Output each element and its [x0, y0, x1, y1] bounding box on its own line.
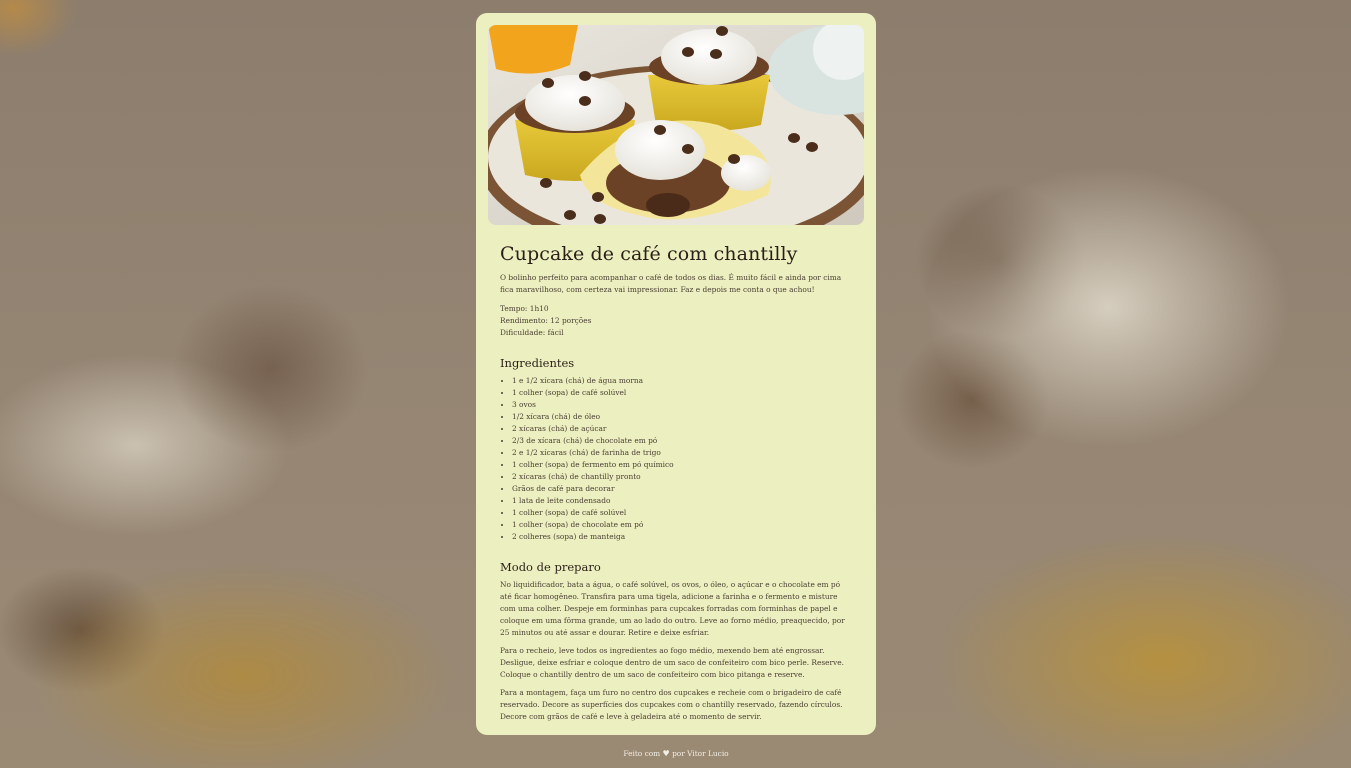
ingredients-heading: Ingredientes [500, 356, 575, 370]
ingredient-item: 1 colher (sopa) de café solúvel [512, 387, 852, 399]
footer-author: por Vitor Lucio [672, 749, 729, 758]
ingredient-item: 1 colher (sopa) de fermento em pó químic… [512, 459, 852, 471]
recipe-card: Cupcake de café com chantilly O bolinho … [476, 13, 876, 735]
steps-section: No liquidificador, bata a água, o café s… [500, 579, 852, 723]
ingredients-list: 1 e 1/2 xícara (chá) de água morna 1 col… [500, 375, 852, 543]
recipe-content: Cupcake de café com chantilly O bolinho … [488, 243, 864, 723]
ingredient-item: 1/2 xícara (chá) de óleo [512, 411, 852, 423]
recipe-difficulty: Dificuldade: fácil [500, 328, 564, 337]
ingredient-item: 1 e 1/2 xícara (chá) de água morna [512, 375, 852, 387]
heart-icon: ♥ [662, 749, 670, 758]
recipe-time: Tempo: 1h10 [500, 304, 549, 313]
footer-made-with: Feito com [623, 749, 661, 758]
ingredient-item: 1 colher (sopa) de café solúvel [512, 507, 852, 519]
ingredient-item: 1 lata de leite condensado [512, 495, 852, 507]
recipe-title: Cupcake de café com chantilly [500, 243, 798, 265]
ingredient-item: 1 colher (sopa) de chocolate em pó [512, 519, 852, 531]
steps-heading: Modo de preparo [500, 560, 601, 574]
step-paragraph: Para o recheio, leve todos os ingredient… [500, 646, 844, 679]
recipe-yield: Rendimento: 12 porções [500, 316, 592, 325]
recipe-intro: O bolinho perfeito para acompanhar o caf… [500, 273, 842, 294]
recipe-meta: Tempo: 1h10 Rendimento: 12 porções Dific… [500, 303, 852, 339]
ingredient-item: Grãos de café para decorar [512, 483, 852, 495]
recipe-photo [488, 25, 864, 225]
step-paragraph: No liquidificador, bata a água, o café s… [500, 580, 845, 637]
ingredient-item: 2 xícaras (chá) de açúcar [512, 423, 852, 435]
ingredient-item: 3 ovos [512, 399, 852, 411]
ingredient-item: 2 xícaras (chá) de chantilly pronto [512, 471, 852, 483]
ingredient-item: 2 e 1/2 xícaras (chá) de farinha de trig… [512, 447, 852, 459]
ingredient-item: 2 colheres (sopa) de manteiga [512, 531, 852, 543]
step-paragraph: Para a montagem, faça um furo no centro … [500, 688, 843, 721]
ingredient-item: 2/3 de xícara (chá) de chocolate em pó [512, 435, 852, 447]
page-footer: Feito com ♥ por Vitor Lucio [476, 749, 876, 758]
